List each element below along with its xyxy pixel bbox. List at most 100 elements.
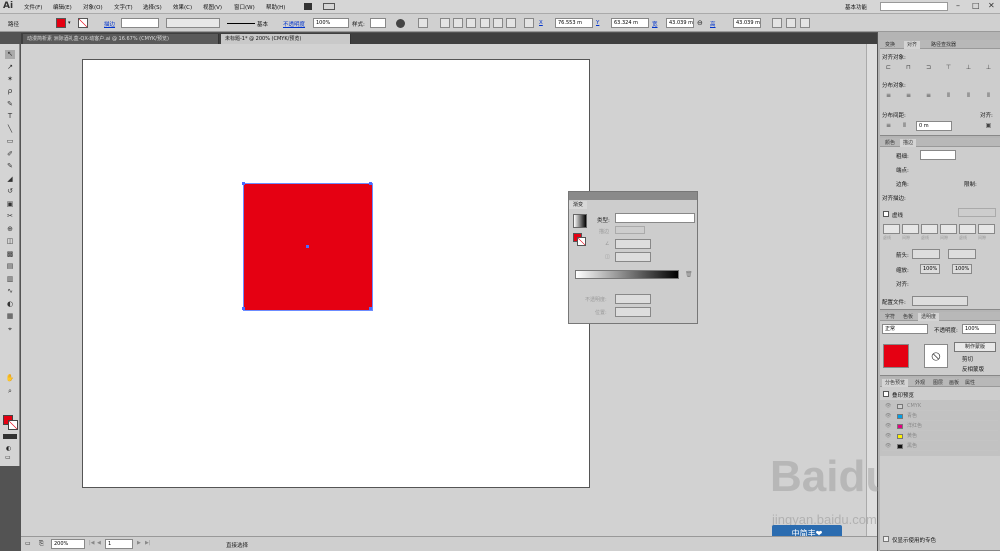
variable-width-dropdown[interactable] (166, 18, 220, 28)
visibility-eye-icon[interactable]: 👁 (885, 422, 891, 431)
make-mask-button[interactable]: 制作蒙版 (954, 342, 996, 352)
paintbrush-tool-icon[interactable]: ✐ (5, 150, 15, 159)
width-label[interactable]: 宽 (652, 20, 658, 28)
lasso-tool-icon[interactable]: ρ (5, 87, 15, 96)
arrowhead-end[interactable] (948, 249, 976, 259)
distribute-left-icon[interactable]: ⦀ (944, 92, 953, 100)
spacing-vertical-icon[interactable]: ≡ (884, 122, 893, 130)
align-top-btn-icon[interactable]: ⊤ (944, 64, 953, 72)
align-hcenter-icon[interactable] (453, 18, 463, 28)
tab-appearance[interactable]: 外观 (912, 379, 928, 387)
height-field[interactable]: 43.039 m (733, 18, 761, 28)
search-input[interactable] (880, 2, 948, 11)
gradient-angle-field[interactable] (615, 239, 651, 249)
blend-tool-icon[interactable]: ∿ (5, 287, 15, 296)
x-field[interactable]: 76.553 m (555, 18, 593, 28)
dash-align-options[interactable] (958, 208, 996, 217)
clip-checkbox[interactable]: 剪切 (962, 355, 973, 363)
scale-tool-icon[interactable]: ▣ (5, 200, 15, 209)
arrow-scale-1[interactable]: 100% (920, 264, 940, 274)
eyedropper-tool-icon[interactable]: ⌖ (5, 325, 15, 334)
tab-swatches[interactable]: 色板 (900, 313, 916, 321)
arrow-scale-2[interactable]: 100% (952, 264, 972, 274)
menu-view[interactable]: 视图(V) (203, 3, 222, 11)
distribute-vcenter-icon[interactable]: ≡ (904, 92, 913, 100)
gradient-location-field[interactable] (615, 307, 651, 317)
menu-window[interactable]: 窗口(W) (234, 3, 255, 11)
delete-stop-icon[interactable]: 🗑 (685, 271, 693, 278)
dashed-line-checkbox[interactable] (883, 211, 889, 217)
align-right-icon[interactable] (466, 18, 476, 28)
link-proportions-icon[interactable]: ⊖ (697, 19, 703, 27)
spacing-field[interactable]: 0 m (916, 121, 952, 131)
rectangle-tool-icon[interactable]: ▭ (5, 137, 15, 146)
align-top-icon[interactable] (480, 18, 490, 28)
tab-attributes[interactable]: 属性 (962, 379, 978, 387)
screen-mode-icon[interactable]: ▭ (5, 454, 11, 461)
perspective-grid-tool-icon[interactable]: ▤ (5, 262, 15, 271)
menu-help[interactable]: 帮助(H) (266, 3, 285, 11)
handle-top-right[interactable] (369, 182, 372, 185)
red-square-shape[interactable] (242, 182, 373, 311)
height-label[interactable]: 高 (710, 20, 716, 28)
panel-menu-icon[interactable] (800, 18, 810, 28)
dash-2[interactable] (921, 224, 938, 234)
arrowhead-start[interactable] (912, 249, 940, 259)
align-bottom-icon[interactable] (506, 18, 516, 28)
spot-only-checkbox[interactable] (883, 536, 889, 542)
align-center-btn-icon[interactable]: ⊓ (904, 64, 913, 72)
tab-align[interactable]: 对齐 (904, 41, 921, 49)
handle-bottom-right[interactable] (369, 307, 372, 310)
sep-row-magenta[interactable]: 👁 洋红色 (882, 422, 998, 431)
dash-1[interactable] (883, 224, 900, 234)
object-thumbnail[interactable] (883, 344, 909, 368)
gradient-stroke-options[interactable] (615, 226, 645, 234)
free-transform-tool-icon[interactable]: ◫ (5, 237, 15, 246)
fill-color-swatch[interactable] (56, 18, 66, 28)
gradient-preview-thumb[interactable] (573, 214, 587, 228)
menu-effect[interactable]: 效果(C) (173, 3, 192, 11)
gradient-panel-tab[interactable]: 渐变 (569, 201, 588, 209)
style-swatch[interactable] (370, 18, 386, 28)
eraser-tool-icon[interactable]: ◢ (5, 175, 15, 184)
align-left-btn-icon[interactable]: ⊏ (884, 64, 893, 72)
gap-2[interactable] (940, 224, 957, 234)
handle-top-left[interactable] (242, 182, 245, 185)
status-icon-1[interactable]: ▭ (25, 540, 31, 547)
menu-type[interactable]: 文字(T) (114, 3, 133, 11)
align-middle-btn-icon[interactable]: ⊥ (964, 64, 973, 72)
tab-layers[interactable]: 图层 (930, 379, 946, 387)
menu-select[interactable]: 选择(S) (143, 3, 162, 11)
next-artboard-icon[interactable]: ▶ (137, 540, 141, 546)
doc-tab-packaging[interactable]: 动漫简析素 洲际酒礼盒-QX-动客户.ai @ 16.67% (CMYK/预览) (23, 34, 219, 44)
gradient-panel-titlebar[interactable] (569, 192, 697, 200)
last-artboard-icon[interactable]: ▶| (145, 540, 151, 546)
y-label[interactable]: Y (596, 20, 599, 26)
shape-builder-tool-icon[interactable]: ▩ (5, 250, 15, 259)
selection-tool-icon[interactable]: ↖ (5, 50, 15, 59)
line-tool-icon[interactable]: ╲ (5, 125, 15, 134)
pencil-tool-icon[interactable]: ✎ (5, 162, 15, 171)
visibility-eye-icon[interactable]: 👁 (885, 432, 891, 441)
overprint-preview-checkbox[interactable] (883, 391, 889, 397)
status-icon-2[interactable]: ⎘ (39, 540, 44, 548)
mask-none-icon[interactable]: ⦸ (924, 344, 948, 368)
gradient-tool-icon[interactable]: ◐ (5, 300, 15, 309)
brush-label[interactable]: 基本 (257, 20, 268, 28)
gradient-ratio-field[interactable] (615, 252, 651, 262)
handle-bottom-left[interactable] (242, 307, 245, 310)
arrange-documents-icon[interactable] (323, 3, 335, 10)
gradient-stroke-swatch[interactable] (577, 237, 586, 246)
width-field[interactable]: 43.039 m (666, 18, 694, 28)
distribute-top-icon[interactable]: ≡ (884, 92, 893, 100)
tab-transform[interactable]: 变换 (882, 41, 898, 49)
minimize-icon[interactable]: – (956, 1, 960, 10)
tab-color[interactable]: 颜色 (882, 139, 898, 147)
x-label[interactable]: X (539, 20, 543, 26)
magic-wand-tool-icon[interactable]: ✶ (5, 75, 15, 84)
first-artboard-icon[interactable]: |◀ (89, 540, 95, 546)
rotate-tool-icon[interactable]: ↺ (5, 187, 15, 196)
align-left-icon[interactable] (440, 18, 450, 28)
workspace-switcher[interactable]: 基本功能 (845, 3, 867, 11)
dash-3[interactable] (959, 224, 976, 234)
